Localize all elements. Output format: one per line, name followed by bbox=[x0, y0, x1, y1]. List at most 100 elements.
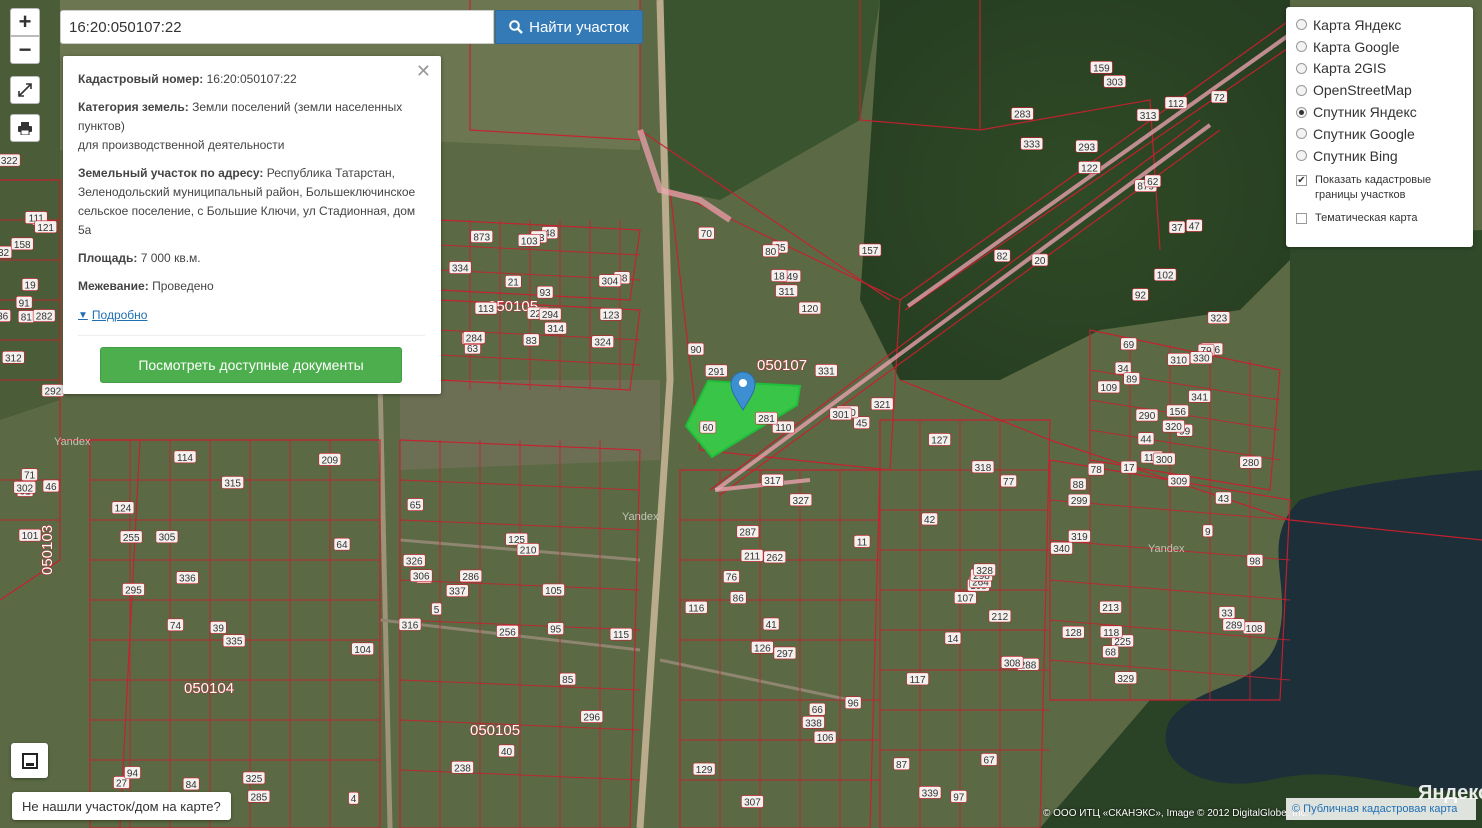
parcel-number-label[interactable]: 320 bbox=[1162, 419, 1185, 433]
parcel-number-label[interactable]: 322 bbox=[0, 153, 21, 167]
parcel-number-label[interactable]: 11 bbox=[853, 535, 871, 548]
parcel-number-label[interactable]: 299 bbox=[1067, 493, 1091, 507]
more-details-link[interactable]: ▼ Подробно bbox=[78, 306, 147, 325]
parcel-number-label[interactable]: 282 bbox=[32, 309, 56, 323]
parcel-number-label[interactable]: 118 bbox=[1099, 625, 1123, 639]
parcel-number-label[interactable]: 19 bbox=[21, 278, 39, 292]
parcel-number-label[interactable]: 336 bbox=[176, 571, 199, 585]
parcel-number-label[interactable]: 304 bbox=[598, 274, 622, 288]
parcel-number-label[interactable]: 101 bbox=[18, 528, 42, 542]
parcel-number-label[interactable]: 255 bbox=[119, 530, 143, 544]
parcel-number-label[interactable]: 80 bbox=[762, 244, 779, 258]
parcel-number-label[interactable]: 71 bbox=[21, 468, 38, 482]
parcel-number-label[interactable]: 114 bbox=[173, 450, 197, 464]
parcel-number-label[interactable]: 334 bbox=[448, 261, 472, 275]
parcel-number-label[interactable]: 211 bbox=[740, 549, 764, 562]
parcel-number-label[interactable]: 159 bbox=[1090, 60, 1113, 74]
parcel-number-label[interactable]: 83 bbox=[522, 333, 540, 347]
parcel-number-label[interactable]: 92 bbox=[1132, 288, 1149, 302]
parcel-number-label[interactable]: 318 bbox=[971, 460, 995, 474]
layer-radio[interactable] bbox=[1296, 150, 1307, 162]
parcel-number-label[interactable]: 238 bbox=[451, 760, 474, 774]
parcel-number-label[interactable]: 291 bbox=[705, 364, 728, 378]
parcel-number-label[interactable]: 283 bbox=[1011, 107, 1034, 121]
parcel-number-label[interactable]: 17 bbox=[1120, 460, 1138, 474]
parcel-number-label[interactable]: 296 bbox=[580, 710, 604, 724]
parcel-number-label[interactable]: 122 bbox=[1078, 161, 1101, 174]
parcel-number-label[interactable]: 289 bbox=[1222, 618, 1246, 632]
layer-radio[interactable] bbox=[1296, 19, 1307, 31]
parcel-number-label[interactable]: 104 bbox=[351, 642, 374, 656]
view-documents-button[interactable]: Посмотреть доступные документы bbox=[100, 347, 402, 383]
parcel-number-label[interactable]: 86 bbox=[729, 591, 747, 605]
parcel-number-label[interactable]: 292 bbox=[41, 384, 65, 397]
parcel-number-label[interactable]: 293 bbox=[1075, 139, 1099, 153]
parcel-number-label[interactable]: 40 bbox=[498, 744, 515, 758]
parcel-number-label[interactable]: 285 bbox=[247, 790, 271, 803]
parcel-number-label[interactable]: 213 bbox=[1099, 600, 1122, 614]
parcel-number-label[interactable]: 74 bbox=[167, 618, 184, 632]
parcel-number-label[interactable]: 311 bbox=[775, 284, 798, 298]
parcel-number-label[interactable]: 332 bbox=[0, 245, 13, 259]
parcel-number-label[interactable]: 44 bbox=[1137, 432, 1155, 446]
parcel-number-label[interactable]: 43 bbox=[1215, 491, 1232, 505]
parcel-number-label[interactable]: 113 bbox=[474, 301, 498, 315]
parcel-number-label[interactable]: 112 bbox=[1164, 96, 1188, 110]
parcel-number-label[interactable]: 18 bbox=[770, 269, 788, 283]
parcel-number-label[interactable]: 212 bbox=[988, 609, 1012, 623]
parcel-number-label[interactable]: 88 bbox=[1069, 477, 1087, 491]
parcel-number-label[interactable]: 323 bbox=[1207, 311, 1231, 325]
parcel-number-label[interactable]: 103 bbox=[517, 234, 541, 247]
parcel-number-label[interactable]: 121 bbox=[34, 220, 57, 234]
parcel-number-label[interactable]: 123 bbox=[599, 307, 623, 321]
parcel-number-label[interactable]: 303 bbox=[1103, 75, 1127, 88]
parcel-number-label[interactable]: 76 bbox=[723, 570, 740, 584]
parcel-number-label[interactable]: 5 bbox=[431, 602, 442, 616]
parcel-number-label[interactable]: 109 bbox=[1097, 380, 1121, 394]
parcel-number-label[interactable]: 286 bbox=[459, 569, 483, 583]
parcel-number-label[interactable]: 14 bbox=[944, 631, 962, 645]
parcel-number-label[interactable]: 297 bbox=[773, 646, 797, 660]
parcel-number-label[interactable]: 78 bbox=[1087, 462, 1105, 476]
parcel-number-label[interactable]: 67 bbox=[980, 753, 998, 766]
parcel-number-label[interactable]: 87 bbox=[893, 757, 910, 771]
parcel-number-label[interactable]: 20 bbox=[1031, 253, 1049, 267]
parcel-number-label[interactable]: 338 bbox=[802, 715, 825, 729]
fullscreen-button[interactable] bbox=[10, 76, 40, 104]
parcel-number-label[interactable]: 310 bbox=[1167, 353, 1190, 366]
thematic-map-checkbox[interactable] bbox=[1296, 212, 1307, 224]
zoom-out-button[interactable]: − bbox=[10, 36, 40, 64]
layer-option[interactable]: Спутник Яндекс bbox=[1296, 101, 1463, 123]
parcel-number-label[interactable]: 210 bbox=[516, 543, 540, 556]
parcel-number-label[interactable]: 106 bbox=[813, 730, 837, 744]
parcel-number-label[interactable]: 66 bbox=[808, 702, 826, 716]
parcel-number-label[interactable]: 124 bbox=[111, 501, 135, 515]
parcel-number-label[interactable]: 94 bbox=[124, 766, 141, 780]
parcel-number-label[interactable]: 328 bbox=[973, 563, 996, 577]
parcel-number-label[interactable]: 129 bbox=[692, 762, 716, 776]
parcel-number-label[interactable]: 280 bbox=[1239, 455, 1263, 469]
parcel-number-label[interactable]: 82 bbox=[993, 249, 1011, 263]
parcel-number-label[interactable]: 312 bbox=[2, 351, 25, 364]
parcel-number-label[interactable]: 331 bbox=[815, 364, 838, 377]
parcel-number-label[interactable]: 209 bbox=[318, 453, 342, 466]
parcel-number-label[interactable]: 339 bbox=[918, 786, 942, 799]
parcel-number-label[interactable]: 97 bbox=[950, 790, 968, 803]
parcel-number-label[interactable]: 294 bbox=[538, 307, 562, 321]
parcel-number-label[interactable]: 307 bbox=[741, 795, 764, 809]
parcel-number-label[interactable]: 120 bbox=[798, 301, 822, 315]
parcel-number-label[interactable]: 126 bbox=[751, 640, 774, 654]
parcel-number-label[interactable]: 68 bbox=[1102, 645, 1119, 659]
parcel-number-label[interactable]: 108 bbox=[1242, 621, 1266, 635]
layer-option[interactable]: Карта Яндекс bbox=[1296, 14, 1463, 36]
parcel-number-label[interactable]: 157 bbox=[858, 243, 882, 257]
parcel-number-label[interactable]: 262 bbox=[763, 550, 787, 564]
parcel-number-label[interactable]: 85 bbox=[559, 672, 577, 686]
layer-radio[interactable] bbox=[1296, 62, 1307, 74]
parcel-number-label[interactable]: 333 bbox=[1020, 137, 1044, 151]
parcel-number-label[interactable]: 340 bbox=[1050, 541, 1073, 555]
parcel-number-label[interactable]: 98 bbox=[1246, 554, 1264, 567]
parcel-number-label[interactable]: 156 bbox=[1166, 404, 1189, 418]
parcel-number-label[interactable]: 319 bbox=[1068, 529, 1091, 543]
parcel-number-label[interactable]: 327 bbox=[789, 493, 813, 507]
